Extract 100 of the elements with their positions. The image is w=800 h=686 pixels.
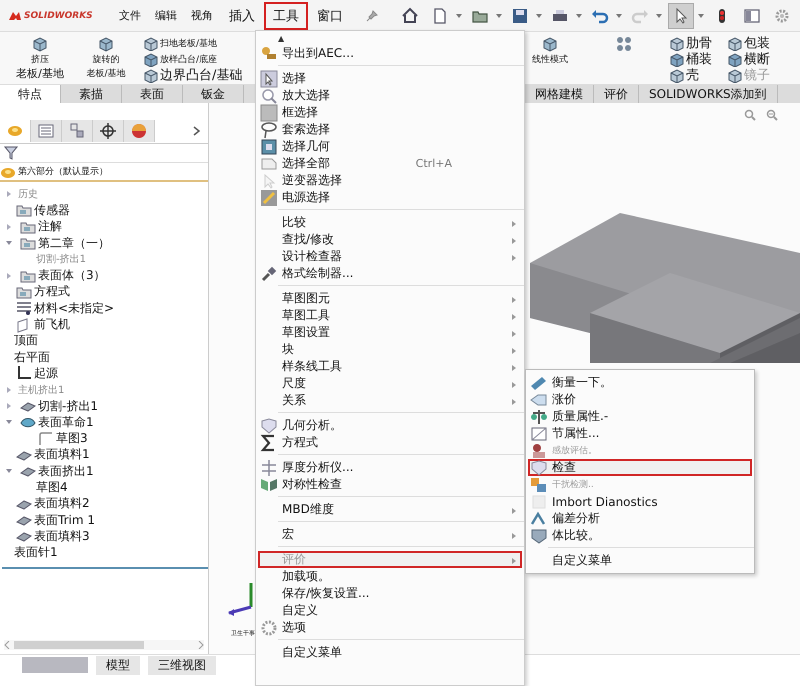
menu-item[interactable]: 框选择 [258,104,522,121]
ribbon-button[interactable]: 肋骨 [668,35,712,51]
menu-item[interactable]: 选择 [258,70,522,87]
menu-item[interactable]: 块 [258,341,522,358]
menu-item[interactable]: 质量属性.- [528,408,752,425]
scroll-right-icon[interactable] [198,641,204,649]
tree-item[interactable]: 表面革命1 [38,414,94,431]
tree-item[interactable]: 顶面 [14,332,38,350]
ribbon-button[interactable]: 挤压 老板/基地 [10,35,70,81]
scrollbar[interactable] [4,640,204,650]
menu-item[interactable]: MBD维度 [258,501,522,518]
menu-item[interactable]: Imbort Dianostics [528,493,752,510]
menu-item[interactable]: 厚度分析仪... [258,459,522,476]
tree-item[interactable]: 起源 [34,364,58,382]
menu-item[interactable]: 选项 [258,619,522,636]
expand-arrow-icon[interactable] [6,272,12,279]
caret-icon[interactable] [656,14,662,18]
menu-item[interactable]: 草图工具 [258,307,522,324]
tree-item[interactable]: 表面针1 [14,544,58,562]
menu-item[interactable]: 检查 [528,459,752,476]
caret-icon[interactable] [616,14,622,18]
menu-item[interactable]: 自定义菜单 [528,552,752,569]
ribbon-button[interactable]: 桶装 [668,51,712,67]
ribbon-tab[interactable]: 特点 [0,85,61,103]
menu-item[interactable]: 格式绘制器... [258,265,522,282]
menu-item[interactable]: 保存/恢复设置... [258,585,522,602]
menu-item[interactable]: 关系 [258,392,522,409]
ribbon-button[interactable]: 放样凸台/底座 [142,51,242,67]
tree-item[interactable]: 传感器 [34,202,70,219]
tree-item[interactable]: 表面填料3 [34,528,90,545]
tree-item[interactable]: 注解 [38,218,62,236]
menu-item[interactable]: 样条线工具 [258,358,522,375]
menu-item[interactable]: 宏 [258,526,522,543]
menu-item[interactable]: 逆变器选择 [258,172,522,189]
tree-item[interactable]: 表面填料1 [34,446,90,464]
ribbon-button[interactable]: 扫地老板/基地 [142,35,242,51]
tree-item[interactable]: 表面Trim 1 [34,512,95,529]
scroll-left-icon[interactable] [4,641,10,649]
menu-item[interactable]: 衡量一下。 [528,374,752,391]
menu-item[interactable]: 体比较。 [528,527,752,544]
menu-item[interactable]: 草图设置 [258,324,522,341]
tree-item[interactable]: 草图4 [36,479,68,496]
menu-item[interactable]: 插入 [220,2,264,30]
tree-item[interactable]: 表面填料2 [34,495,90,512]
menu-item[interactable]: 偏差分析 [528,510,752,527]
scroll-thumb[interactable] [14,641,144,649]
chevron-right-icon[interactable] [193,126,201,136]
panel-tab[interactable] [93,120,124,142]
collapse-arrow-icon[interactable] [6,240,12,246]
expand-arrow-icon[interactable] [6,403,12,409]
menu-item[interactable]: 放大选择 [258,87,522,104]
collapse-arrow-icon[interactable] [6,468,12,474]
menu-item[interactable]: 尺度 [258,375,522,392]
view-tab[interactable]: 模型 [96,656,140,675]
tree-item[interactable]: 表面体（3） [38,267,106,284]
toolbar-button[interactable] [668,2,694,28]
menu-item[interactable]: 涨价 [528,391,752,408]
menu-item[interactable]: 窗口 [308,2,352,30]
menu-item[interactable]: 自定义 [258,602,522,619]
zoom-icon[interactable] [766,109,778,121]
caret-icon[interactable] [456,14,462,18]
tree-item[interactable]: 右平面 [14,348,50,366]
menu-item[interactable]: 自定义菜单 [258,644,522,661]
expand-arrow-icon[interactable] [6,224,12,230]
menu-item[interactable]: 草图图元 [258,290,522,307]
menu-item[interactable]: 查找/修改 [258,231,522,248]
caret-icon[interactable] [698,14,704,18]
ribbon-button[interactable]: 横断 [726,51,770,67]
menu-item[interactable]: 节属性... [528,425,752,442]
caret-icon[interactable] [536,14,542,18]
pin-icon[interactable] [366,10,378,22]
caret-icon[interactable] [496,14,502,18]
panel-tab[interactable] [31,120,62,142]
tree-item[interactable]: 表面挤出1 [38,462,94,480]
search-icon[interactable] [744,109,756,121]
tree-item[interactable]: 切割-挤出1 [38,398,98,415]
ribbon-button[interactable]: 包装 [726,35,770,51]
menu-item[interactable]: 选择全部 Ctrl+A [258,155,522,172]
menu-item[interactable]: 编辑 [148,3,184,28]
tree-item[interactable]: 前飞机 [34,316,70,334]
ribbon-button[interactable]: 壳 [668,67,712,83]
view-tab[interactable]: 三维视图 [148,656,216,675]
menu-item[interactable]: 对称性检查 [258,476,522,493]
menu-item[interactable]: 几何分析。 [258,417,522,434]
menu-item[interactable]: 比较 [258,214,522,231]
menu-item[interactable]: 文件 [112,3,148,28]
menu-item[interactable]: 方程式 [258,434,522,451]
menu-item[interactable]: 电源选择 [258,189,522,206]
menu-item[interactable]: 工具 [264,2,308,30]
ribbon-button[interactable]: 边界凸台/基础 [142,67,242,83]
menu-item[interactable]: 选择几何 [258,138,522,155]
menu-item[interactable]: 视角 [184,3,220,28]
caret-icon[interactable] [576,14,582,18]
panel-tab[interactable] [62,120,93,142]
menu-item[interactable]: 设计检查器 [258,248,522,265]
tree-item[interactable]: 方程式 [34,283,70,300]
ribbon-button[interactable]: 旋转的 老板/基地 [76,35,136,81]
menu-item[interactable]: 套索选择 [258,121,522,138]
tree-item[interactable]: 草图3 [56,430,88,448]
tree-item[interactable]: 第二章（一） [38,234,110,252]
